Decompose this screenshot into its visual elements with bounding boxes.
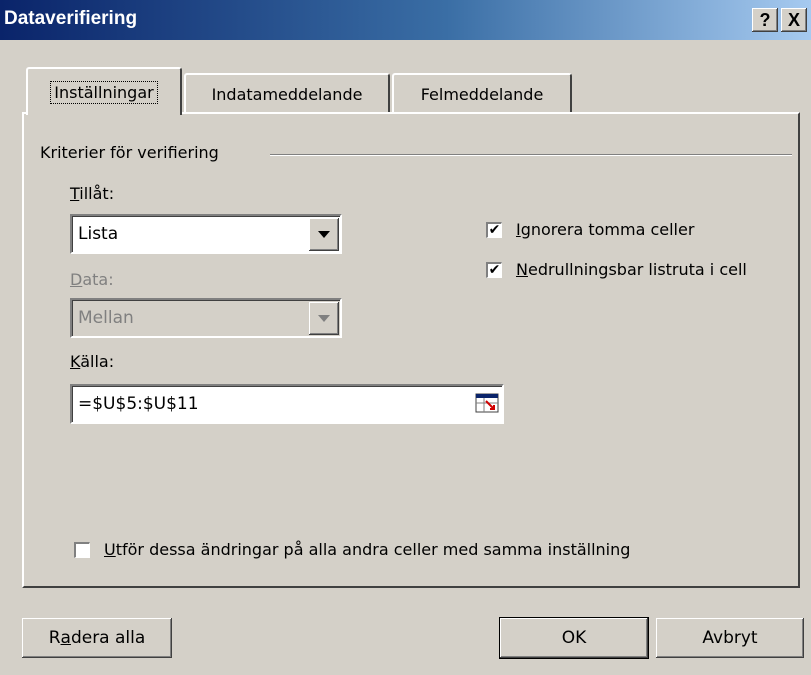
tab-label: Felmeddelande (420, 84, 544, 104)
tab-indatameddelande[interactable]: Indatameddelande (184, 73, 390, 113)
settings-panel (22, 112, 800, 588)
ignore-blank-label[interactable]: Ignorera tomma celler (516, 220, 694, 239)
apply-all-checkbox[interactable] (74, 542, 90, 558)
in-cell-dropdown-label[interactable]: Nedrullningsbar listruta i cell (516, 260, 747, 279)
source-value: =$U$5:$U$11 (78, 394, 199, 414)
allow-select-value: Lista (78, 224, 119, 244)
help-button[interactable]: ? (752, 8, 778, 32)
range-picker-icon[interactable] (475, 393, 499, 413)
cancel-button[interactable]: Avbryt (656, 618, 804, 658)
tab-installningar[interactable]: Inställningar (26, 67, 182, 115)
ignore-blank-checkbox[interactable]: ✔ (486, 222, 502, 238)
source-label: Källa: (70, 352, 115, 371)
apply-all-label[interactable]: Utför dessa ändringar på alla andra cell… (104, 540, 630, 559)
allow-dropdown-button[interactable] (309, 218, 339, 251)
allow-select[interactable]: Lista (70, 214, 342, 254)
data-label: Data: (70, 270, 114, 289)
close-button[interactable]: X (781, 8, 807, 32)
chevron-down-icon (318, 231, 330, 238)
clear-all-button[interactable]: Ra dera alla (22, 618, 172, 658)
in-cell-dropdown-checkbox[interactable]: ✔ (486, 262, 502, 278)
chevron-down-icon (318, 315, 330, 322)
source-field[interactable]: =$U$5:$U$11 (70, 384, 504, 424)
tab-felmeddelande[interactable]: Felmeddelande (392, 73, 572, 113)
data-select-value: Mellan (78, 308, 134, 328)
criteria-group-label: Kriterier för verifiering (40, 143, 219, 162)
ok-button[interactable]: OK (499, 617, 649, 659)
tab-label: Indatameddelande (211, 84, 363, 104)
window-title: Dataverifiering (4, 8, 138, 29)
data-dropdown-button (309, 302, 339, 335)
tab-label: Inställningar (50, 80, 158, 104)
allow-label: Tillåt: (70, 184, 115, 203)
group-divider (270, 154, 792, 156)
data-select: Mellan (70, 298, 342, 338)
